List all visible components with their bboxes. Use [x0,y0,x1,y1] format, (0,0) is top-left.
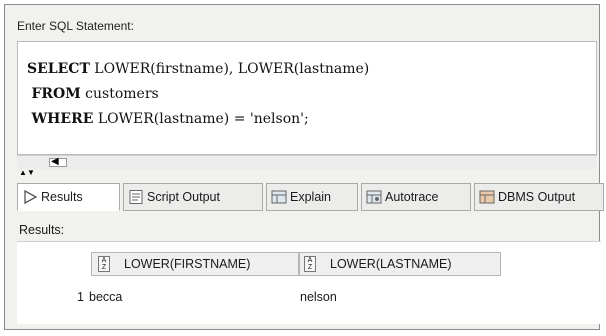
play-triangle-icon [22,189,38,205]
tab-script-output[interactable]: Script Output [123,183,263,211]
sql-statement-label: Enter SQL Statement: [17,19,134,33]
column-header-firstname[interactable]: AZ LOWER(FIRSTNAME) [91,252,299,276]
sql-line-2: FROM customers [31,86,158,102]
tab-autotrace[interactable]: Autotrace [361,183,471,211]
sql-keyword: SELECT [27,61,90,77]
tab-label: Results [41,190,83,204]
row-number: 1 [77,290,84,304]
tab-results[interactable]: Results [17,183,120,211]
column-header-label: LOWER(FIRSTNAME) [124,257,251,271]
dbms-output-icon [479,189,495,205]
sql-worksheet-panel: Enter SQL Statement: SELECT LOWER(firstn… [4,4,604,330]
pane-splitter[interactable]: ▲ ▼ [17,169,597,177]
results-grid: AZ LOWER(FIRSTNAME) AZ LOWER(LASTNAME) 1… [17,241,601,324]
sql-text: LOWER(lastname) = 'nelson'; [93,111,309,127]
column-header-label: LOWER(LASTNAME) [330,257,452,271]
table-cell-lastname[interactable]: nelson [300,290,337,304]
sql-code: SELECT LOWER(firstname), LOWER(lastname)… [27,57,369,132]
tab-explain[interactable]: Explain [266,183,358,211]
autotrace-icon [366,189,382,205]
results-label: Results: [19,223,65,237]
table-cell-firstname[interactable]: becca [89,290,122,304]
sql-keyword: WHERE [31,111,94,127]
explain-plan-icon [271,189,287,205]
arrow-down-icon[interactable]: ▼ [27,169,35,177]
tab-label: DBMS Output [498,190,576,204]
sort-icon: AZ [98,256,110,272]
column-header-lastname[interactable]: AZ LOWER(LASTNAME) [299,252,501,276]
tab-dbms-output[interactable]: DBMS Output [474,183,604,211]
editor-horizontal-scrollbar[interactable]: ◀ [17,155,597,169]
tab-label: Explain [290,190,331,204]
sql-line-3: WHERE LOWER(lastname) = 'nelson'; [31,111,308,127]
arrow-up-icon[interactable]: ▲ [19,169,27,177]
sql-keyword: FROM [31,86,81,102]
sql-text: LOWER(firstname), LOWER(lastname) [89,61,370,77]
sql-text: customers [80,86,159,102]
sort-icon: AZ [304,256,316,272]
chevron-left-icon: ◀ [51,156,59,167]
tab-label: Autotrace [385,190,439,204]
output-tabs: Results Script Output Explain Autotrace … [17,183,605,211]
sql-line-1: SELECT LOWER(firstname), LOWER(lastname) [27,61,369,77]
tab-label: Script Output [147,190,220,204]
script-output-icon [128,189,144,205]
